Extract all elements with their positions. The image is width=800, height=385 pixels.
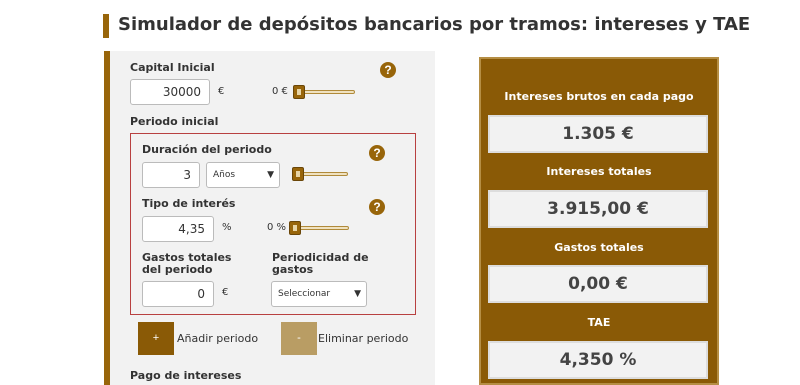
capital-unit: € bbox=[218, 86, 225, 97]
duracion-slider-track bbox=[298, 172, 348, 176]
capital-help-icon[interactable]: ? bbox=[380, 62, 396, 78]
title-accent-bar bbox=[103, 14, 109, 38]
delete-period-button[interactable]: - bbox=[281, 322, 317, 355]
pago-intereses-label: Pago de intereses bbox=[130, 369, 242, 382]
delete-period-label[interactable]: Eliminar periodo bbox=[318, 332, 408, 345]
duracion-unit-select-value: Años bbox=[213, 170, 236, 180]
gastos-totales-value: 0,00 € bbox=[488, 265, 708, 303]
chevron-down-icon: ▼ bbox=[354, 289, 361, 299]
duracion-unit-select[interactable]: Años ▼ bbox=[206, 162, 280, 188]
capital-slider-track bbox=[299, 90, 355, 94]
capital-slider-value: 0 € bbox=[272, 86, 288, 97]
chevron-down-icon: ▼ bbox=[267, 170, 274, 180]
intereses-brutos-label: Intereses brutos en cada pago bbox=[504, 90, 694, 103]
tipo-interes-slider-handle[interactable] bbox=[289, 221, 301, 235]
tae-value: 4,350 % bbox=[488, 341, 708, 379]
tipo-interes-label: Tipo de interés bbox=[142, 197, 236, 210]
tipo-interes-slider-value: 0 % bbox=[267, 222, 287, 233]
gastos-input[interactable]: 0 bbox=[142, 281, 214, 307]
intereses-totales-value: 3.915,00 € bbox=[488, 190, 708, 228]
tipo-interes-help-icon[interactable]: ? bbox=[369, 199, 385, 215]
results-panel: Intereses brutos en cada pago 1.305 € In… bbox=[479, 57, 719, 385]
tipo-interes-input[interactable]: 4,35 bbox=[142, 216, 214, 242]
periodicidad-select[interactable]: Seleccionar ▼ bbox=[271, 281, 367, 307]
intereses-totales-label: Intereses totales bbox=[546, 165, 652, 178]
duracion-label: Duración del periodo bbox=[142, 143, 272, 156]
capital-label: Capital Inicial bbox=[130, 61, 215, 74]
duracion-help-icon[interactable]: ? bbox=[369, 145, 385, 161]
tae-label: TAE bbox=[587, 316, 611, 329]
gastos-unit: € bbox=[222, 287, 229, 298]
capital-slider[interactable] bbox=[293, 85, 355, 99]
periodicidad-label: Periodicidad de gastos bbox=[272, 251, 369, 276]
gastos-totales-label: Gastos totales bbox=[554, 241, 644, 254]
duracion-slider-handle[interactable] bbox=[292, 167, 304, 181]
periodicidad-select-value: Seleccionar bbox=[278, 289, 331, 299]
duracion-input[interactable]: 3 bbox=[142, 162, 200, 188]
capital-slider-handle[interactable] bbox=[293, 85, 305, 99]
capital-input[interactable]: 30000 bbox=[130, 79, 210, 105]
intereses-brutos-value: 1.305 € bbox=[488, 115, 708, 153]
add-period-label[interactable]: Añadir periodo bbox=[177, 332, 258, 345]
page-title: Simulador de depósitos bancarios por tra… bbox=[118, 14, 751, 35]
add-period-button[interactable]: + bbox=[138, 322, 174, 355]
tipo-interes-slider[interactable] bbox=[289, 221, 349, 235]
duracion-slider[interactable] bbox=[292, 167, 348, 181]
tipo-interes-unit: % bbox=[222, 222, 232, 233]
periodo-inicial-label: Periodo inicial bbox=[130, 115, 219, 128]
gastos-label: Gastos totales del periodo bbox=[142, 251, 232, 276]
tipo-interes-slider-track bbox=[295, 226, 349, 230]
